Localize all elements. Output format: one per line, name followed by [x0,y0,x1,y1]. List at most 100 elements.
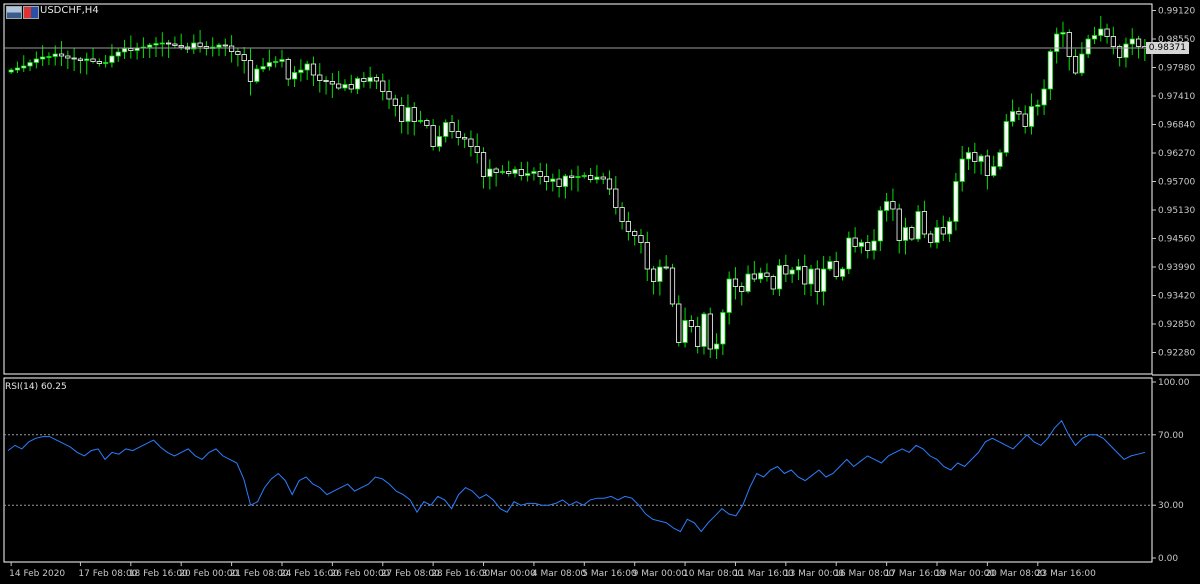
candle-body-bull [1123,43,1129,58]
candle-body-bear [909,227,915,240]
candle-body-bear [663,266,669,269]
rsi-name: RSI(14) 60.25 [5,382,67,392]
candle-body-bear [606,178,613,190]
candle-body-bull [266,62,272,67]
candle-body-bear [380,80,386,92]
candle-body-bull [884,201,890,211]
candle-body-bull [594,176,600,180]
candle-body-bull [713,343,720,350]
candle-body-bear [424,120,430,126]
price-axis-tick-label: 0.92850 [1158,320,1195,330]
candle-body-bear [613,188,619,208]
candle-body-bear [543,176,550,182]
candle-body-bear [462,137,468,140]
price-axis-tick-label: 0.94560 [1158,235,1195,245]
candle-body-bear [506,171,512,174]
candle-body-bear [178,45,184,48]
window-icon[interactable] [6,6,22,19]
rsi-title: RSI(14) 60.25 [5,381,67,392]
candle-body-bull [417,120,424,122]
candle-body-bear [644,242,650,270]
candle-body-bear [695,326,701,347]
candle-body-bear [329,81,335,85]
candle-body-bear [814,268,820,292]
price-axis-tick-label: 0.97410 [1158,92,1195,102]
candle-body-bull [839,268,846,277]
candle-body-bull [291,72,298,80]
candle-body-bull [682,320,688,343]
candle-body-bull [758,272,764,280]
candle-body-bull [1047,51,1053,90]
candle-body-bull [159,42,165,45]
price-axis-tick-label: 0.99120 [1158,7,1195,17]
candle-body-bear [474,146,480,153]
candle-body-bull [1003,121,1009,153]
candle-body-bear [449,122,455,132]
candle-body-bear [65,55,71,59]
candle-body-bull [109,55,115,63]
candle-body-bull [342,84,348,89]
candle-body-bear [1016,111,1022,115]
candle-body-bull [512,169,518,174]
candle-body-bear [928,233,934,243]
chart-svg[interactable]: 0.991200.985500.979800.974100.968400.962… [0,0,1200,584]
candle-body-bear [984,155,990,176]
candle-body-bull [657,266,663,282]
candle-body-bear [128,48,134,51]
candle-body-bull [21,65,27,69]
candle-body-bear [707,313,713,350]
candle-body-bull [789,269,795,275]
candle-body-bull [147,44,153,48]
candle-body-bear [361,78,367,82]
candle-body-bear [348,84,354,90]
candle-body-bear [600,176,606,180]
candle-body-bull [304,63,310,71]
candle-body-bear [468,138,474,147]
candle-body-bull [1060,32,1066,35]
candle-body-bear [166,42,172,45]
candle-body-bear [587,175,594,180]
candle-body-bear [77,58,84,61]
candle-body-bull [821,268,827,292]
candle-body-bull [1054,33,1060,52]
candle-body-bull [1028,106,1035,127]
symbol-title: USDCHF,H4 [40,5,99,16]
candle-body-bear [247,60,254,82]
time-axis-tick-label: 4 Mar 08:00 [532,569,587,579]
candle-body-bull [46,56,52,58]
rsi-axis-tick-label: 70.00 [1158,431,1184,441]
candle-body-bear [556,178,562,187]
candle-body-bull [827,261,833,270]
candle-body-bear [235,51,241,55]
candle-body-bear [764,272,770,277]
candle-body-bear [632,231,638,236]
candle-body-bull [52,53,58,57]
candle-body-bear [537,171,543,177]
candle-body-bull [216,44,222,48]
candle-body-bull [367,77,373,82]
candle-body-bull [1091,35,1098,40]
price-axis-tick-label: 0.92280 [1158,349,1195,359]
candle-body-bear [676,303,682,343]
candle-body-bull [997,152,1003,167]
candle-body-bear [386,91,392,100]
candle-body-bear [411,107,417,122]
candle-body-bear [1135,38,1142,47]
candle-body-bear [518,169,524,176]
candle-body-bull [795,266,802,271]
candle-body-bull [354,78,361,90]
candle-body-bull [959,158,965,182]
candle-body-bear [172,43,178,46]
candle-body-bull [443,122,449,137]
candle-body-bear [802,266,808,285]
candle-body-bull [1079,53,1085,74]
flag-icon[interactable] [23,6,39,19]
candle-body-bull [581,175,587,177]
candle-body-bull [121,48,128,53]
candle-body-bull [525,173,531,176]
candle-body-bear [1022,113,1028,127]
candle-body-bear [688,320,694,327]
candle-body-bull [934,227,940,243]
candle-body-bull [947,221,953,235]
candle-body-bear [455,131,461,138]
